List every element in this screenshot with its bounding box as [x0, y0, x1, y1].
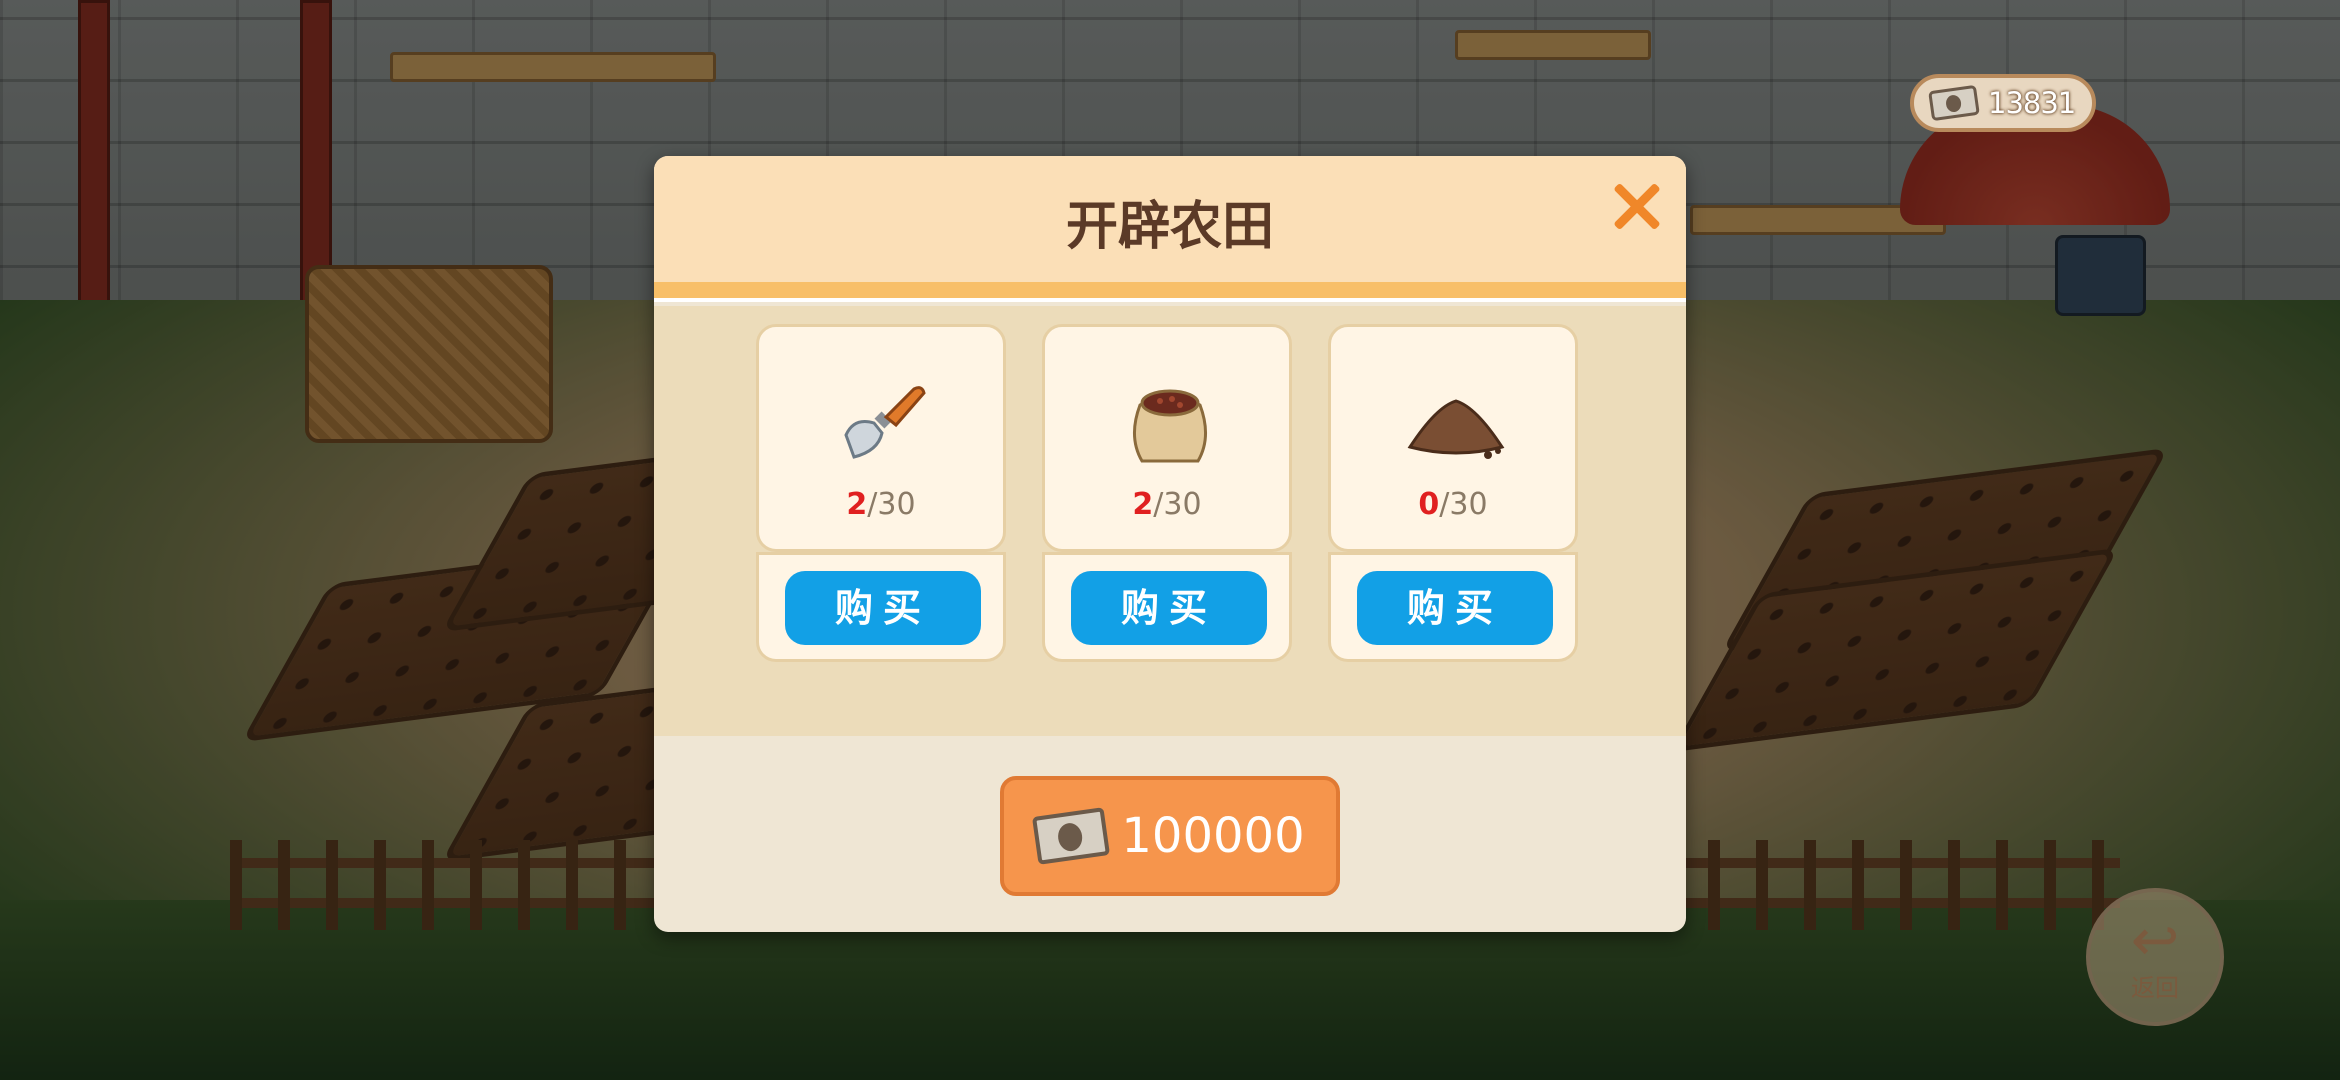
open-farmland-dialog: 开辟农田 2/30 购买 2/30 购买 0/30 购买 100000: [654, 156, 1686, 932]
buy-slot: 购买: [1042, 552, 1292, 662]
cost-value: 100000: [1121, 808, 1305, 864]
banknote-icon: [1032, 807, 1111, 865]
soil-pile-icon: [1407, 399, 1505, 459]
material-count: 2/30: [1045, 487, 1289, 522]
banknote-icon: [1928, 84, 1980, 122]
required-count: /30: [867, 487, 916, 522]
dialog-title: 开辟农田: [1065, 197, 1274, 257]
close-icon[interactable]: [1604, 174, 1668, 238]
material-card-trowel: 2/30: [756, 324, 1006, 552]
back-label: 返回: [2131, 973, 2179, 1002]
trowel-icon: [844, 386, 926, 459]
currency-display: 13831: [1910, 74, 2096, 132]
buy-slot: 购买: [756, 552, 1006, 662]
unlock-cost-button[interactable]: 100000: [1000, 776, 1340, 896]
header-stripe: [654, 282, 1686, 302]
buy-slot: 购买: [1328, 552, 1578, 662]
buy-trowel-button[interactable]: 购买: [785, 571, 981, 645]
return-arrow-icon: ↩: [2130, 905, 2180, 974]
back-button[interactable]: ↩ 返回: [2086, 888, 2224, 1026]
seed-sack-icon: [1133, 389, 1207, 463]
buy-soil-button[interactable]: 购买: [1357, 571, 1553, 645]
owned-count: 2: [846, 487, 868, 522]
required-count: /30: [1439, 487, 1488, 522]
owned-count: 0: [1418, 487, 1440, 522]
material-card-seed-sack: 2/30: [1042, 324, 1292, 552]
currency-value: 13831: [1988, 86, 2076, 120]
material-card-soil: 0/30: [1328, 324, 1578, 552]
material-count: 2/30: [759, 487, 1003, 522]
required-count: /30: [1153, 487, 1202, 522]
owned-count: 2: [1132, 487, 1154, 522]
buy-seed-sack-button[interactable]: 购买: [1071, 571, 1267, 645]
material-count: 0/30: [1331, 487, 1575, 522]
